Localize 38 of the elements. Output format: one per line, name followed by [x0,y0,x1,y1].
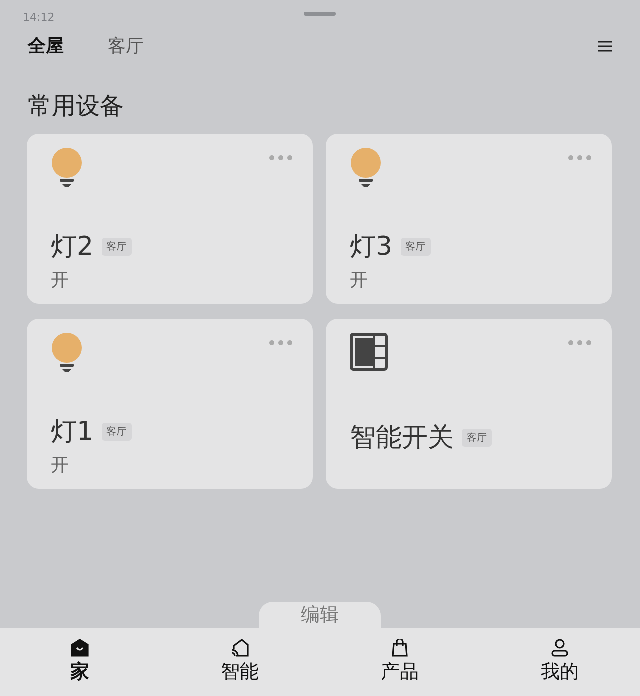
device-name: 灯1 [51,416,94,449]
room-tab[interactable]: 客厅 [108,34,144,58]
nav-tab[interactable]: 产品 [320,628,480,696]
cast-icon [231,639,249,657]
more-icon[interactable] [269,155,293,161]
person-icon [551,639,569,657]
status-time: 14:12 [23,10,55,24]
device-card[interactable]: 灯2 客厅 开 [27,134,313,304]
room-tag: 客厅 [462,428,492,446]
device-name: 智能开关 [350,422,454,455]
device-card[interactable]: 智能开关 客厅 [326,319,612,489]
room-tag: 客厅 [102,422,132,440]
more-icon[interactable] [568,155,592,161]
device-state: 开 [51,454,70,477]
shopping-bag-icon [392,639,408,657]
device-state: 开 [350,269,369,292]
room-tab[interactable]: 全屋 [28,34,64,58]
home-icon [71,639,89,657]
menu-icon[interactable] [598,40,612,52]
nav-tab[interactable]: 我的 [480,628,640,696]
nav-tab[interactable]: 家 [0,628,160,696]
edit-button[interactable]: 编辑 [259,602,381,628]
more-icon[interactable] [568,340,592,346]
room-tag: 客厅 [102,238,132,256]
room-tag: 客厅 [400,238,431,256]
more-icon[interactable] [269,340,293,346]
device-card[interactable]: 灯3 客厅 开 [326,134,612,304]
light-bulb-icon [350,148,382,188]
device-card[interactable]: 灯1 客厅 开 [27,319,313,489]
nav-tab[interactable]: 智能 [160,628,320,696]
device-name: 灯2 [51,231,94,264]
switch-panel-icon [350,333,388,371]
drag-handle[interactable] [304,12,336,16]
device-name: 灯3 [350,231,393,264]
light-bulb-icon [51,148,83,188]
section-title: 常用设备 [27,91,125,122]
device-state: 开 [51,269,70,292]
light-bulb-icon [51,333,83,373]
